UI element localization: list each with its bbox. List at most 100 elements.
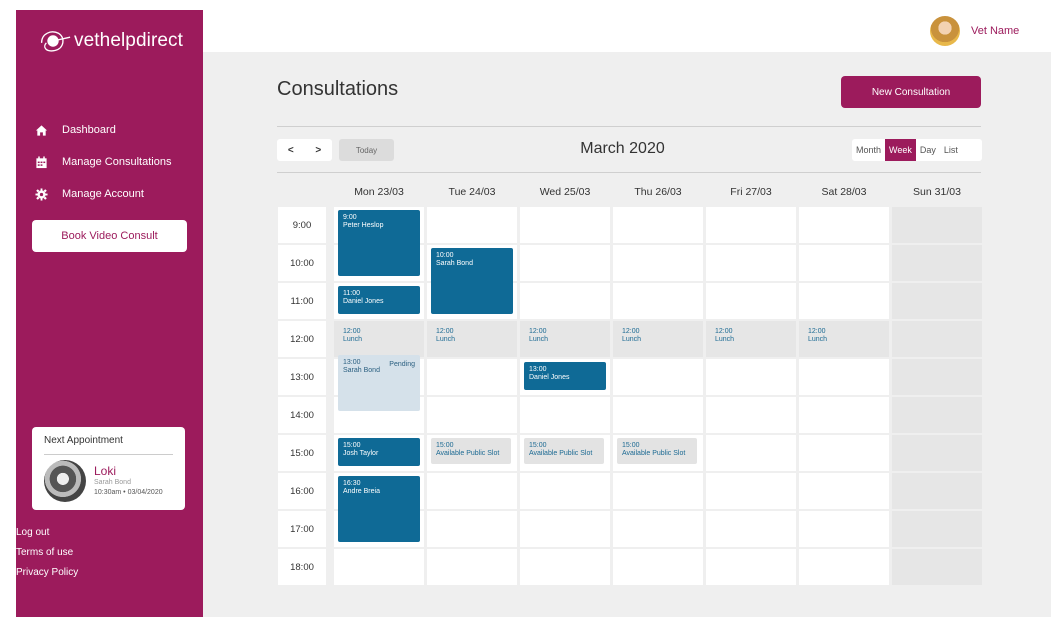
calendar-cell[interactable] xyxy=(892,511,982,547)
calendar-cell[interactable] xyxy=(799,473,889,509)
appointment-block[interactable]: 15:00 Josh Taylor xyxy=(338,438,420,466)
calendar-cell[interactable] xyxy=(892,549,982,585)
calendar-cell[interactable] xyxy=(520,473,610,509)
appointment-block[interactable]: 16:30 Andre Breia xyxy=(338,476,420,542)
calendar-cell[interactable] xyxy=(613,473,703,509)
calendar-cell[interactable] xyxy=(892,207,982,243)
lunch-block[interactable]: 12:00 Lunch xyxy=(710,324,792,350)
day-header: Tue 24/03 xyxy=(448,186,496,198)
calendar-cell[interactable] xyxy=(892,283,982,319)
view-list-button[interactable]: List xyxy=(940,139,962,161)
view-week-button[interactable]: Week xyxy=(885,139,916,161)
event-time: 15:00 xyxy=(343,442,361,449)
calendar-cell[interactable] xyxy=(799,359,889,395)
nav-manage-consultations[interactable]: Manage Consultations xyxy=(16,146,203,178)
event-name: Lunch xyxy=(436,336,456,343)
nav-manage-account[interactable]: Manage Account xyxy=(16,178,203,210)
calendar-cell[interactable] xyxy=(427,359,517,395)
event-name: Available Public Slot xyxy=(436,450,500,457)
calendar-cell[interactable] xyxy=(799,207,889,243)
calendar-cell[interactable] xyxy=(427,511,517,547)
prev-week-button[interactable]: < xyxy=(288,145,294,156)
book-video-consult-button[interactable]: Book Video Consult xyxy=(32,220,187,252)
appointment-block[interactable]: 13:00 Sarah Bond Pending xyxy=(338,355,420,411)
available-slot[interactable]: 15:00 Available Public Slot xyxy=(617,438,697,464)
event-name: Sarah Bond xyxy=(436,260,473,267)
lunch-block[interactable]: 12:00 Lunch xyxy=(338,324,420,350)
calendar-cell[interactable] xyxy=(706,207,796,243)
user-name[interactable]: Vet Name xyxy=(971,25,1019,37)
calendar-cell[interactable] xyxy=(520,283,610,319)
calendar-cell[interactable] xyxy=(799,283,889,319)
calendar-cell[interactable] xyxy=(613,549,703,585)
calendar-cell[interactable] xyxy=(613,397,703,433)
calendar-cell[interactable] xyxy=(706,397,796,433)
calendar-cell[interactable] xyxy=(892,435,982,471)
view-month-button[interactable]: Month xyxy=(852,139,885,161)
calendar-cell[interactable] xyxy=(427,397,517,433)
new-consultation-button[interactable]: New Consultation xyxy=(841,76,981,108)
calendar-cell[interactable] xyxy=(706,245,796,281)
lunch-block[interactable]: 12:00 Lunch xyxy=(803,324,885,350)
calendar-cell[interactable] xyxy=(520,511,610,547)
calendar-cell[interactable] xyxy=(892,359,982,395)
calendar-cell[interactable] xyxy=(799,245,889,281)
calendar-cell[interactable] xyxy=(706,511,796,547)
calendar-cell[interactable] xyxy=(427,207,517,243)
day-header: Sun 31/03 xyxy=(913,186,961,198)
event-name: Available Public Slot xyxy=(529,450,593,457)
lunch-block[interactable]: 12:00 Lunch xyxy=(617,324,699,350)
next-appointment-card[interactable]: Next Appointment Loki Sarah Bond 10:30am… xyxy=(32,427,185,510)
calendar-cell[interactable] xyxy=(334,549,424,585)
nav-dashboard[interactable]: Dashboard xyxy=(16,114,203,146)
appointment-block[interactable]: 9:00 Peter Heslop xyxy=(338,210,420,276)
time-label: 11:00 xyxy=(278,283,326,319)
calendar-cell[interactable] xyxy=(799,435,889,471)
appointment-block[interactable]: 10:00 Sarah Bond xyxy=(431,248,513,314)
today-button[interactable]: Today xyxy=(339,139,394,161)
day-header: Thu 26/03 xyxy=(634,186,682,198)
available-slot[interactable]: 15:00 Available Public Slot xyxy=(431,438,511,464)
view-day-button[interactable]: Day xyxy=(916,139,940,161)
logout-link[interactable]: Log out xyxy=(16,523,78,543)
available-slot[interactable]: 15:00 Available Public Slot xyxy=(524,438,604,464)
terms-link[interactable]: Terms of use xyxy=(16,543,78,563)
logo[interactable]: vethelpdirect xyxy=(34,22,183,60)
pet-avatar xyxy=(44,460,86,502)
calendar-cell[interactable] xyxy=(613,245,703,281)
calendar-cell[interactable] xyxy=(892,397,982,433)
event-time: 13:00 xyxy=(529,366,547,373)
calendar-cell[interactable] xyxy=(706,549,796,585)
next-appointment-owner: Sarah Bond xyxy=(94,479,131,486)
calendar-cell[interactable] xyxy=(427,549,517,585)
calendar-cell[interactable] xyxy=(613,511,703,547)
calendar-cell[interactable] xyxy=(520,245,610,281)
calendar-cell[interactable] xyxy=(613,207,703,243)
calendar-cell[interactable] xyxy=(520,549,610,585)
calendar-cell[interactable] xyxy=(706,435,796,471)
calendar-cell[interactable] xyxy=(427,473,517,509)
user-avatar[interactable] xyxy=(930,16,960,46)
calendar-cell[interactable] xyxy=(706,473,796,509)
privacy-link[interactable]: Privacy Policy xyxy=(16,563,78,583)
sidebar-nav: Dashboard Manage Consultations Manage Ac… xyxy=(16,114,203,210)
calendar-cell[interactable] xyxy=(892,321,982,357)
next-week-button[interactable]: > xyxy=(315,145,321,156)
calendar-cell[interactable] xyxy=(892,245,982,281)
calendar-cell[interactable] xyxy=(613,283,703,319)
calendar-cell[interactable] xyxy=(799,549,889,585)
logo-icon xyxy=(40,31,71,52)
lunch-block[interactable]: 12:00 Lunch xyxy=(524,324,606,350)
calendar-cell[interactable] xyxy=(706,359,796,395)
appointment-block[interactable]: 13:00 Daniel Jones xyxy=(524,362,606,390)
calendar-cell[interactable] xyxy=(520,207,610,243)
lunch-block[interactable]: 12:00 Lunch xyxy=(431,324,513,350)
calendar-cell[interactable] xyxy=(613,359,703,395)
appointment-block[interactable]: 11:00 Daniel Jones xyxy=(338,286,420,314)
calendar-cell[interactable] xyxy=(799,511,889,547)
time-label: 12:00 xyxy=(278,321,326,357)
calendar-cell[interactable] xyxy=(706,283,796,319)
calendar-cell[interactable] xyxy=(520,397,610,433)
calendar-cell[interactable] xyxy=(799,397,889,433)
calendar-cell[interactable] xyxy=(892,473,982,509)
